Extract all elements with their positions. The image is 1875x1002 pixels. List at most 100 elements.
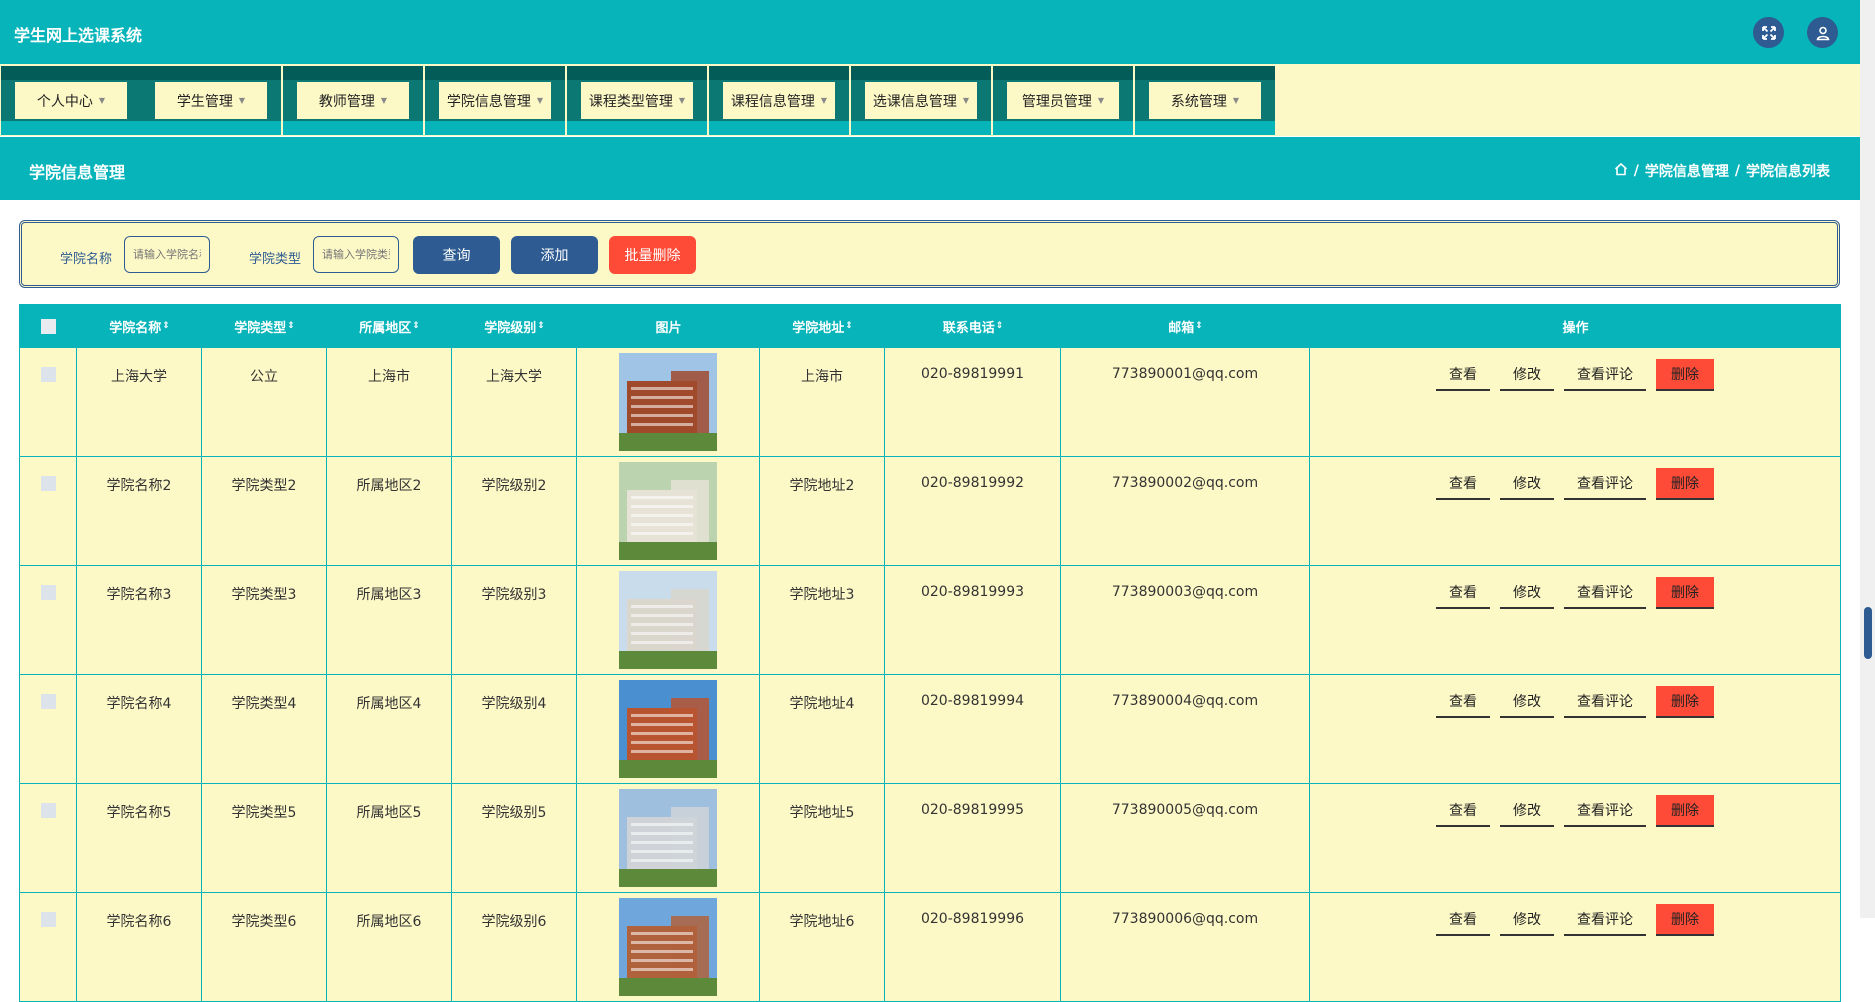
col-email[interactable]: 邮箱 ⇕ xyxy=(1061,304,1310,348)
college-image[interactable] xyxy=(619,680,717,778)
chevron-down-icon: ▼ xyxy=(380,96,388,105)
nav-label: 课程类型管理 xyxy=(588,93,673,110)
college-image[interactable] xyxy=(619,462,717,560)
edit-button[interactable]: 修改 xyxy=(1500,686,1554,718)
add-button[interactable]: 添加 xyxy=(511,236,598,274)
nav-item-admin-management[interactable]: 管理员管理 ▼ xyxy=(993,66,1133,135)
row-checkbox[interactable] xyxy=(40,476,56,491)
nav-label: 选课信息管理 xyxy=(872,93,957,110)
table-header: 学院名称 ⇕ 学院类型 ⇕ 所属地区 ⇕ 学院级别 ⇕ 图片 学院地址 ⇕ 联系电话 ⇕ 邮… xyxy=(19,304,1841,348)
row-checkbox[interactable] xyxy=(40,585,56,600)
edit-button[interactable]: 修改 xyxy=(1500,359,1554,391)
scrollbar-thumb[interactable] xyxy=(1864,607,1872,659)
college-type-input[interactable] xyxy=(313,236,399,273)
nav-item-system-management[interactable]: 系统管理 ▼ xyxy=(1135,66,1275,135)
college-image[interactable] xyxy=(619,353,717,451)
chevron-down-icon: ▼ xyxy=(678,96,686,105)
edit-button[interactable]: 修改 xyxy=(1500,468,1554,500)
query-button[interactable]: 查询 xyxy=(413,236,500,274)
nav-item-personal-center[interactable]: 个人中心 ▼ xyxy=(1,66,141,135)
chevron-down-icon: ▼ xyxy=(1232,96,1240,105)
nav-item-selection-management[interactable]: 选课信息管理 ▼ xyxy=(851,66,991,135)
col-region[interactable]: 所属地区 ⇕ xyxy=(327,304,452,348)
col-level[interactable]: 学院级别 ⇕ xyxy=(452,304,577,348)
nav-item-course-type-management[interactable]: 课程类型管理 ▼ xyxy=(567,66,707,135)
cell-region: 所属地区2 xyxy=(327,457,452,565)
college-image[interactable] xyxy=(619,571,717,669)
nav-label: 教师管理 xyxy=(318,93,375,110)
home-icon[interactable] xyxy=(1614,162,1628,180)
nav-item-student-management[interactable]: 学生管理 ▼ xyxy=(141,66,281,135)
cell-region: 所属地区4 xyxy=(327,675,452,783)
select-all-checkbox[interactable] xyxy=(40,319,56,334)
cell-region: 上海市 xyxy=(327,348,452,456)
college-image[interactable] xyxy=(619,898,717,996)
cell-level: 学院级别6 xyxy=(452,893,577,1001)
app-title: 学生网上选课系统 xyxy=(14,26,143,45)
delete-button[interactable]: 删除 xyxy=(1656,686,1714,718)
chevron-down-icon: ▼ xyxy=(962,96,970,105)
cell-type: 学院类型4 xyxy=(202,675,327,783)
view-comments-button[interactable]: 查看评论 xyxy=(1564,795,1646,827)
col-image: 图片 xyxy=(655,320,682,336)
chevron-down-icon: ▼ xyxy=(98,96,106,105)
view-button[interactable]: 查看 xyxy=(1436,577,1490,609)
nav-item-course-info-management[interactable]: 课程信息管理 ▼ xyxy=(709,66,849,135)
fullscreen-icon[interactable] xyxy=(1753,17,1784,48)
cell-address: 学院地址5 xyxy=(760,784,885,892)
delete-button[interactable]: 删除 xyxy=(1656,904,1714,936)
nav-item-college-management[interactable]: 学院信息管理 ▼ xyxy=(425,66,565,135)
cell-email: 773890002@qq.com xyxy=(1061,457,1310,565)
college-name-input[interactable] xyxy=(124,236,210,273)
edit-button[interactable]: 修改 xyxy=(1500,904,1554,936)
delete-button[interactable]: 删除 xyxy=(1656,577,1714,609)
nav-label: 学院信息管理 xyxy=(446,93,531,110)
row-checkbox[interactable] xyxy=(40,367,56,382)
chevron-down-icon: ▼ xyxy=(238,96,246,105)
cell-type: 学院类型5 xyxy=(202,784,327,892)
breadcrumb-item[interactable]: 学院信息管理 xyxy=(1645,161,1729,181)
nav-label: 个人中心 xyxy=(36,93,93,110)
view-comments-button[interactable]: 查看评论 xyxy=(1564,468,1646,500)
row-checkbox[interactable] xyxy=(40,912,56,927)
delete-button[interactable]: 删除 xyxy=(1656,359,1714,391)
view-button[interactable]: 查看 xyxy=(1436,359,1490,391)
table-row: 上海大学 公立 上海市 上海大学 上海市 020-89819991 773890… xyxy=(19,348,1841,457)
table-row: 学院名称6 学院类型6 所属地区6 学院级别6 学院地址6 020-898199… xyxy=(19,893,1841,1002)
view-button[interactable]: 查看 xyxy=(1436,904,1490,936)
user-icon[interactable] xyxy=(1807,17,1838,48)
batch-delete-button[interactable]: 批量删除 xyxy=(609,236,696,274)
view-comments-button[interactable]: 查看评论 xyxy=(1564,904,1646,936)
cell-type: 学院类型3 xyxy=(202,566,327,674)
cell-level: 学院级别4 xyxy=(452,675,577,783)
delete-button[interactable]: 删除 xyxy=(1656,795,1714,827)
col-name[interactable]: 学院名称 ⇕ xyxy=(77,304,202,348)
col-actions: 操作 xyxy=(1562,320,1589,336)
edit-button[interactable]: 修改 xyxy=(1500,795,1554,827)
col-type[interactable]: 学院类型 ⇕ xyxy=(202,304,327,348)
cell-type: 学院类型2 xyxy=(202,457,327,565)
cell-phone: 020-89819993 xyxy=(885,566,1061,674)
view-comments-button[interactable]: 查看评论 xyxy=(1564,359,1646,391)
nav-item-teacher-management[interactable]: 教师管理 ▼ xyxy=(283,66,423,135)
col-address[interactable]: 学院地址 ⇕ xyxy=(760,304,885,348)
col-phone[interactable]: 联系电话 ⇕ xyxy=(885,304,1061,348)
view-button[interactable]: 查看 xyxy=(1436,468,1490,500)
cell-address: 学院地址2 xyxy=(760,457,885,565)
select-all-cell xyxy=(19,304,77,348)
view-comments-button[interactable]: 查看评论 xyxy=(1564,686,1646,718)
delete-button[interactable]: 删除 xyxy=(1656,468,1714,500)
page-header: 学院信息管理 / 学院信息管理 / 学院信息列表 xyxy=(0,137,1860,200)
view-button[interactable]: 查看 xyxy=(1436,686,1490,718)
cell-name: 上海大学 xyxy=(77,348,202,456)
row-checkbox[interactable] xyxy=(40,694,56,709)
cell-name: 学院名称6 xyxy=(77,893,202,1001)
row-checkbox[interactable] xyxy=(40,803,56,818)
college-image[interactable] xyxy=(619,789,717,887)
scrollbar[interactable] xyxy=(1860,0,1875,918)
cell-email: 773890001@qq.com xyxy=(1061,348,1310,456)
edit-button[interactable]: 修改 xyxy=(1500,577,1554,609)
view-comments-button[interactable]: 查看评论 xyxy=(1564,577,1646,609)
view-button[interactable]: 查看 xyxy=(1436,795,1490,827)
cell-type: 公立 xyxy=(202,348,327,456)
